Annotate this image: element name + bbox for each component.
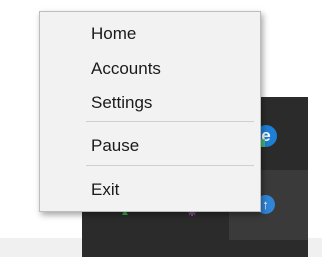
edge-icon-glyph: e xyxy=(261,126,271,145)
menu-item-settings[interactable]: Settings xyxy=(40,91,260,114)
menu-item-home[interactable]: Home xyxy=(40,22,260,45)
menu-item-accounts[interactable]: Accounts xyxy=(40,57,260,80)
menu-item-exit[interactable]: Exit xyxy=(40,178,260,201)
menu-separator xyxy=(86,121,254,122)
menu-item-pause[interactable]: Pause xyxy=(40,134,260,157)
update-icon-glyph: ↑ xyxy=(262,197,269,212)
menu-separator xyxy=(86,165,254,166)
context-menu: Home Accounts Settings Pause Exit xyxy=(39,11,261,212)
